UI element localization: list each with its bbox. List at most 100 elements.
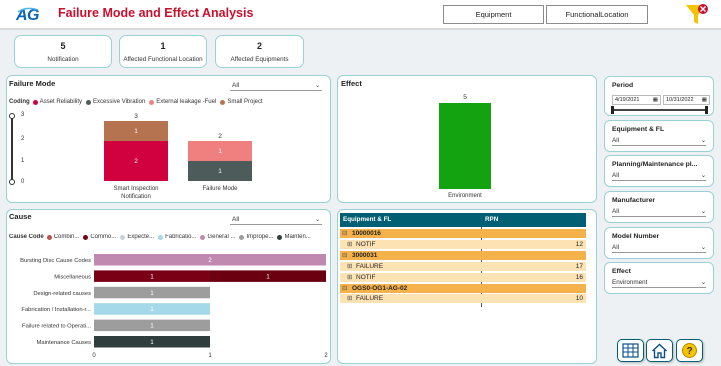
legend-item[interactable]: Expecte... [120,234,154,240]
chevron-down-icon: ⌄ [314,82,320,89]
row-label: NOTIF [356,240,376,248]
table-row[interactable]: ⊞ FAILURE 17 [340,261,586,271]
legend-item[interactable]: Excessive Vibration [86,99,145,105]
filter-dropdown[interactable]: All ⌄ [612,242,706,253]
clear-filter-icon[interactable] [684,2,710,28]
bar [439,103,491,189]
dropdown-value: All [232,215,240,223]
home-button[interactable] [646,339,673,362]
expand-icon[interactable]: ⊞ [347,262,352,270]
table-header: Equipment & FL RPN [340,213,586,227]
manufacturer-filter: Manufacturer All ⌄ [604,191,714,223]
legend-label: Excessive Vibration [93,99,146,105]
legend-dot [32,99,38,105]
svg-text:?: ? [686,346,692,357]
total-label: 3 [134,113,138,120]
rpn-value: 17 [575,262,583,270]
filter-dropdown[interactable]: All ⌄ [612,170,706,181]
calendar-icon[interactable]: ▦ [702,97,707,103]
data-label: 1 [150,273,154,280]
legend-item[interactable]: Combin... [46,234,80,240]
collapse-icon[interactable]: ⊟ [342,229,347,237]
collapse-icon[interactable]: ⊟ [342,251,347,259]
failure-mode-dropdown[interactable]: All ⌄ [230,80,322,91]
period-slider-handle-end[interactable] [705,106,708,114]
data-label: 1 [150,306,154,313]
table-row[interactable]: ⊟ OGS0-OG1-AG-02 [340,283,586,293]
y-tick-label: Failure related to Operati... [22,324,91,330]
legend-item[interactable]: Imprope... [239,234,273,240]
filter-dropdown[interactable]: All ⌄ [612,206,706,217]
slider-track [11,116,13,182]
period-slider-handle-start[interactable] [611,106,614,114]
legend-dot [83,234,89,240]
page-title: Failure Mode and Effect Analysis [58,6,254,20]
legend-item[interactable]: Commo... [83,234,116,240]
legend-dot [149,99,155,105]
period-slider-track[interactable] [613,109,707,111]
kpi-label: Notification [47,56,79,63]
table-icon [622,343,639,358]
column-header-rpn[interactable]: RPN [485,216,498,223]
dropdown-value: All [232,81,240,89]
x-tick-label: Smart Inspection [113,186,158,192]
slider-handle-bottom[interactable] [9,179,15,185]
legend-label: Fabricatio... [165,234,197,240]
axis-tick: 1 [21,158,25,164]
axis-tick: 3 [21,112,25,118]
legend-item[interactable]: Mainten... [277,234,311,240]
effect-title: Effect [341,79,362,88]
legend-title: Coding [9,99,30,105]
rpn-value: 16 [575,273,583,281]
table-row[interactable]: ⊟ 3000031 [340,250,586,260]
legend-label: General ... [207,234,236,240]
expand-icon[interactable]: ⊞ [347,240,352,248]
legend-label: Asset Reliability [39,99,83,105]
table-view-button[interactable] [617,339,644,362]
legend-label: Imprope... [246,234,274,240]
rpn-value: 12 [575,240,583,248]
cause-dropdown[interactable]: All ⌄ [230,214,322,225]
legend-item[interactable]: External leakage -Fuel [149,99,216,105]
column-header-equipment[interactable]: Equipment & FL [343,216,391,223]
filter-title: Manufacturer [612,197,656,204]
legend-dot [158,234,164,240]
model-number-filter: Model Number All ⌄ [604,227,714,259]
legend-item[interactable]: General ... [200,234,235,240]
y-tick-label: Fabrication / Installation-r... [21,307,91,313]
chevron-down-icon: ⌄ [700,136,706,144]
legend-label: Combin... [53,234,80,240]
dropdown-value: Environment [612,278,648,286]
filter-dropdown[interactable]: Environment ⌄ [612,277,706,288]
table-row[interactable]: ⊟ 10000016 [340,229,586,238]
functional-location-button[interactable]: FunctionalLocation [546,5,648,24]
legend-dot [220,99,226,105]
period-end-input[interactable]: 10/31/2022 ▦ [663,95,710,105]
y-range-slider[interactable] [9,113,15,185]
legend-dot [200,234,206,240]
legend-label: Small Project [227,99,263,105]
calendar-icon[interactable]: ▦ [653,97,658,103]
help-button[interactable]: ? [676,339,703,362]
expand-icon[interactable]: ⊞ [347,273,352,281]
filter-dropdown[interactable]: All ⌄ [612,135,706,146]
row-label: OGS0-OG1-AG-02 [352,284,408,292]
period-start-input[interactable]: 4/19/2021 ▦ [612,95,661,105]
chevron-down-icon: ⌄ [700,207,706,215]
collapse-icon[interactable]: ⊟ [342,284,347,292]
table-row[interactable]: ⊞ NOTIF 12 [340,239,586,249]
expand-icon[interactable]: ⊞ [347,294,352,302]
x-tick-label: 2 [324,353,328,359]
legend-item[interactable]: Asset Reliability [32,99,83,105]
table-row[interactable]: ⊞ FAILURE 10 [340,294,586,304]
slider-handle-top[interactable] [9,113,15,119]
table-row[interactable]: ⊞ NOTIF 16 [340,272,586,282]
data-label: 5 [463,94,467,101]
legend-item[interactable]: Fabricatio... [158,234,196,240]
company-logo: A G [16,7,39,24]
equipment-button[interactable]: Equipment [443,5,544,24]
y-tick-label: Bursting Disc Cause Codes [20,258,91,264]
data-label: 1 [266,273,270,280]
legend-item[interactable]: Small Project [220,99,263,105]
help-icon: ? [682,343,697,358]
